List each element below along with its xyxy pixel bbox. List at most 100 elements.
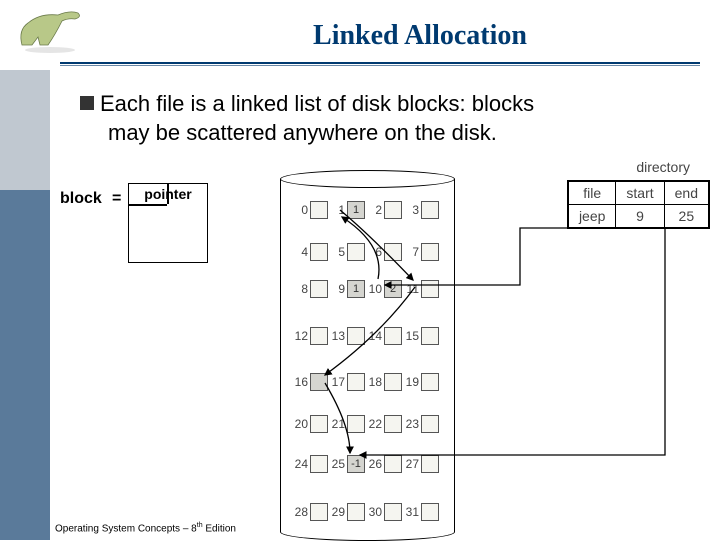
block-index: 7 — [403, 245, 419, 259]
disk-block — [421, 455, 439, 473]
disk-block — [421, 503, 439, 521]
disk-block — [421, 327, 439, 345]
table-row: file start end — [568, 182, 708, 205]
title-rule — [60, 62, 700, 64]
block-index: 15 — [403, 329, 419, 343]
block-index: 25 — [329, 457, 345, 471]
footer-c: Edition — [203, 523, 236, 534]
block-index: 6 — [366, 245, 382, 259]
disk-block — [347, 415, 365, 433]
block-index: 14 — [366, 329, 382, 343]
block-index: 24 — [292, 457, 308, 471]
disk-block — [347, 243, 365, 261]
cell-file: jeep — [568, 205, 615, 228]
disk-block — [310, 280, 328, 298]
disk-block — [384, 503, 402, 521]
block-index: 29 — [329, 505, 345, 519]
disk-block: 1 — [347, 201, 365, 219]
block-index: 3 — [403, 203, 419, 217]
block-label: block — [60, 190, 102, 208]
disk-row: 89110211 — [292, 280, 440, 298]
block-index: 18 — [366, 375, 382, 389]
block-index: 30 — [366, 505, 382, 519]
disk-block — [421, 201, 439, 219]
cylinder-bottom — [280, 523, 455, 541]
block-index: 27 — [403, 457, 419, 471]
directory-label: directory — [636, 159, 690, 175]
block-index: 9 — [329, 282, 345, 296]
page-title: Linked Allocation — [140, 20, 700, 52]
cylinder-top — [280, 170, 455, 188]
block-index: 28 — [292, 505, 308, 519]
sidebar-top-bg — [0, 70, 50, 190]
bullet-line-1: Each file is a linked list of disk block… — [100, 91, 534, 116]
directory-table: file start end jeep 9 25 — [567, 180, 710, 229]
block-index: 22 — [366, 417, 382, 431]
block-index: 1 — [329, 203, 345, 217]
disk-block — [310, 415, 328, 433]
cell-end: 25 — [664, 205, 708, 228]
block-index: 13 — [329, 329, 345, 343]
disk-block — [310, 503, 328, 521]
block-index: 0 — [292, 203, 308, 217]
footer-a: Operating System Concepts – 8 — [55, 523, 197, 534]
disk-row: 28 29 30 31 — [292, 503, 440, 521]
disk-block — [384, 201, 402, 219]
block-index: 20 — [292, 417, 308, 431]
col-end: end — [664, 182, 708, 205]
block-index: 5 — [329, 245, 345, 259]
disk-block — [310, 327, 328, 345]
cylinder-body — [280, 179, 455, 531]
cell-start: 9 — [616, 205, 664, 228]
col-start: start — [616, 182, 664, 205]
disk-block — [384, 415, 402, 433]
block-divider-v — [167, 184, 169, 204]
disk-row: 24 25-126 27 — [292, 455, 440, 473]
disk-row: 16 17 18 19 — [292, 373, 440, 391]
col-file: file — [568, 182, 615, 205]
block-index: 21 — [329, 417, 345, 431]
block-index: 16 — [292, 375, 308, 389]
block-divider-h — [129, 204, 167, 206]
disk-block: 1 — [347, 280, 365, 298]
block-index: 17 — [329, 375, 345, 389]
disk-block — [384, 327, 402, 345]
bullet-text: Each file is a linked list of disk block… — [80, 90, 700, 147]
disk-block — [384, 243, 402, 261]
block-index: 31 — [403, 505, 419, 519]
bullet-line-2: may be scattered anywhere on the disk. — [108, 120, 497, 145]
disk-row: 4567 — [292, 243, 440, 261]
block-index: 23 — [403, 417, 419, 431]
bullet-square-icon — [80, 96, 94, 110]
disk-block — [421, 373, 439, 391]
block-index: 8 — [292, 282, 308, 296]
block-index: 12 — [292, 329, 308, 343]
disk-block — [310, 373, 328, 391]
logo — [10, 5, 110, 60]
table-row: jeep 9 25 — [568, 205, 708, 228]
disk-block — [310, 201, 328, 219]
block-index: 10 — [366, 282, 382, 296]
block-index: 19 — [403, 375, 419, 389]
disk-block — [347, 373, 365, 391]
disk-row: 12 13 14 15 — [292, 327, 440, 345]
disk-block — [384, 455, 402, 473]
block-index: 26 — [366, 457, 382, 471]
disk-block — [310, 455, 328, 473]
disk-block — [310, 243, 328, 261]
disk-block — [384, 373, 402, 391]
disk-block — [347, 503, 365, 521]
dinosaur-icon — [10, 5, 90, 55]
disk-block: -1 — [347, 455, 365, 473]
disk-diagram: 0112345678911021112131415161718192021222… — [270, 165, 710, 535]
disk-row: 01123 — [292, 201, 440, 219]
block-index: 2 — [366, 203, 382, 217]
disk-block — [347, 327, 365, 345]
disk-block — [421, 243, 439, 261]
disk-block — [421, 280, 439, 298]
block-diagram: pointer — [128, 183, 208, 263]
title-rule-2 — [60, 65, 700, 66]
block-index: 11 — [403, 282, 419, 296]
equals-sign: = — [112, 190, 121, 208]
disk-block — [421, 415, 439, 433]
